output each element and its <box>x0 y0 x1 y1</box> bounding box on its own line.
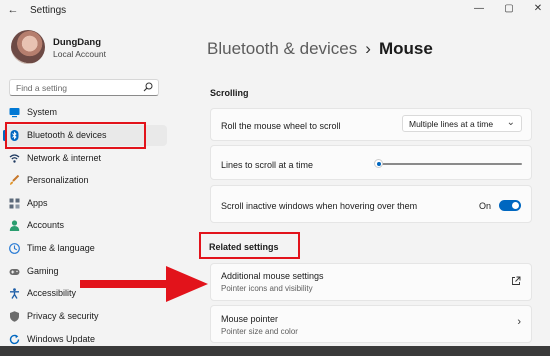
roll-wheel-dropdown[interactable]: Multiple lines at a time ⌄ <box>402 115 522 132</box>
lines-to-scroll-label: Lines to scroll at a time <box>221 160 314 170</box>
scrolling-heading: Scrolling <box>210 88 249 98</box>
wifi-icon <box>9 154 20 163</box>
sidebar-item-label: Time & language <box>27 243 95 253</box>
chevron-down-icon: ⌄ <box>506 117 515 128</box>
related-highlight-box <box>199 232 300 259</box>
link-subtitle: Pointer icons and visibility <box>221 284 313 293</box>
taskbar-edge <box>0 346 550 356</box>
sidebar-item-label: Windows Update <box>27 334 96 344</box>
sidebar-item-apps[interactable]: Apps <box>4 193 167 214</box>
link-title: Additional mouse settings <box>221 271 324 281</box>
avatar[interactable] <box>11 30 45 64</box>
sidebar-item-label: Apps <box>27 198 48 208</box>
lines-to-scroll-setting: Lines to scroll at a time <box>210 145 532 180</box>
monitor-icon <box>9 108 20 118</box>
search-placeholder: Find a setting <box>16 83 68 93</box>
scroll-inactive-setting: Scroll inactive windows when hovering ov… <box>210 185 532 223</box>
red-arrow-annotation <box>80 266 208 302</box>
title-bar: ← Settings — ▢ ✕ <box>0 0 550 22</box>
lines-slider-track[interactable] <box>377 163 522 165</box>
apps-icon <box>9 198 20 209</box>
roll-wheel-label: Roll the mouse wheel to scroll <box>221 121 341 131</box>
breadcrumb: Bluetooth & devices › Mouse <box>207 39 433 59</box>
settings-window: ← Settings — ▢ ✕ DungDang Local Account … <box>0 0 550 356</box>
link-title: Mouse pointer <box>221 314 279 324</box>
shield-icon <box>10 311 19 322</box>
globe-clock-icon <box>9 243 20 254</box>
page-title: Mouse <box>378 39 433 58</box>
accessibility-icon <box>10 288 19 299</box>
link-subtitle: Pointer size and color <box>221 327 298 336</box>
window-title: Settings <box>30 5 67 16</box>
mouse-pointer-link[interactable]: Mouse pointer Pointer size and color › <box>210 305 532 343</box>
back-arrow-icon[interactable]: ← <box>6 3 20 17</box>
sidebar-item-privacy-security[interactable]: Privacy & security <box>4 306 167 327</box>
user-account-type: Local Account <box>53 49 106 59</box>
sidebar-item-accounts[interactable]: Accounts <box>4 215 167 236</box>
sidebar-item-network-internet[interactable]: Network & internet <box>4 148 167 169</box>
lines-slider-thumb[interactable] <box>374 159 383 168</box>
search-icon[interactable] <box>143 82 153 92</box>
sidebar-item-label: Gaming <box>27 266 59 276</box>
close-button[interactable]: ✕ <box>529 2 547 16</box>
search-input[interactable]: Find a setting <box>9 79 159 96</box>
sidebar-item-label: System <box>27 107 58 117</box>
brush-icon <box>10 175 20 185</box>
breadcrumb-parent[interactable]: Bluetooth & devices <box>207 39 357 58</box>
dropdown-value: Multiple lines at a time <box>409 119 494 129</box>
roll-wheel-setting: Roll the mouse wheel to scroll Multiple … <box>210 108 532 141</box>
user-name: DungDang <box>53 37 102 48</box>
scroll-inactive-toggle[interactable] <box>499 200 521 211</box>
additional-mouse-settings-link[interactable]: Additional mouse settings Pointer icons … <box>210 263 532 301</box>
bluetooth-highlight-box <box>5 122 146 149</box>
chevron-right-icon: › <box>517 316 521 328</box>
sidebar-item-label: Personalization <box>27 175 89 185</box>
minimize-button[interactable]: — <box>470 2 488 16</box>
update-icon <box>9 334 20 345</box>
sidebar-item-label: Accessibility <box>27 288 77 298</box>
sidebar-item-time-language[interactable]: Time & language <box>4 238 167 259</box>
sidebar-item-system[interactable]: System <box>4 102 167 123</box>
scroll-inactive-label: Scroll inactive windows when hovering ov… <box>221 201 418 211</box>
external-link-icon <box>512 276 521 285</box>
sidebar-item-personalization[interactable]: Personalization <box>4 170 167 191</box>
sidebar-item-label: Network & internet <box>27 153 102 163</box>
sidebar-item-label: Privacy & security <box>27 311 99 321</box>
gamepad-icon <box>9 269 20 275</box>
person-icon <box>9 220 20 231</box>
maximize-button[interactable]: ▢ <box>500 2 518 16</box>
breadcrumb-separator: › <box>365 39 371 58</box>
toggle-state-label: On <box>478 201 491 211</box>
sidebar-item-label: Accounts <box>27 220 65 230</box>
